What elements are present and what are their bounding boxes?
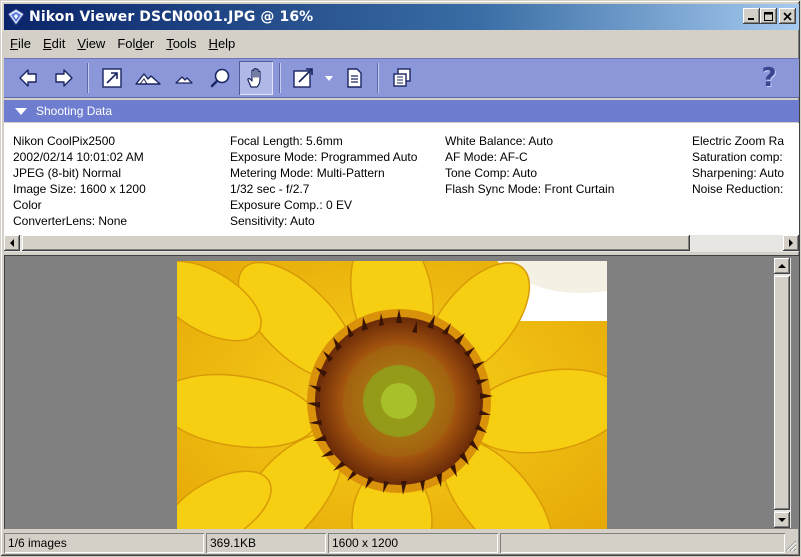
- maximize-button[interactable]: [760, 8, 777, 24]
- metering-mode: Metering Mode: Multi-Pattern: [230, 166, 385, 180]
- converter-lens: ConverterLens: None: [13, 214, 128, 228]
- nikon-viewer-app-icon: [7, 8, 25, 26]
- status-file-size: 369.1KB: [206, 533, 326, 553]
- next-image-button[interactable]: [47, 61, 81, 95]
- close-icon: [783, 11, 792, 21]
- vertical-scroll-thumb[interactable]: [774, 276, 790, 510]
- toolbar: ?: [4, 58, 799, 98]
- copy-button[interactable]: [385, 61, 419, 95]
- scroll-down-button[interactable]: [774, 512, 790, 528]
- status-dimensions: 1600 x 1200: [328, 533, 498, 553]
- menu-tools[interactable]: Tools: [160, 36, 202, 51]
- tone-comp: Tone Comp: Auto: [445, 166, 538, 180]
- hand-icon: [247, 68, 261, 88]
- menu-folder[interactable]: Folder: [111, 36, 160, 51]
- fit-to-window-icon: [102, 68, 122, 88]
- help-icon: ?: [761, 63, 777, 93]
- status-extra: [500, 533, 785, 553]
- hand-tool-button[interactable]: [239, 61, 273, 95]
- magnifier-icon: [210, 68, 230, 88]
- toolbar-separator: [377, 63, 379, 93]
- flash-sync-mode: Flash Sync Mode: Front Curtain: [445, 182, 615, 196]
- collapse-triangle-icon: [15, 107, 27, 115]
- menu-edit[interactable]: Edit: [37, 36, 71, 51]
- forward-arrow-icon: [55, 69, 73, 87]
- color-mode: Color: [13, 198, 42, 212]
- scroll-left-button[interactable]: [4, 235, 20, 251]
- minimize-icon: [748, 17, 754, 20]
- menu-file[interactable]: File: [4, 36, 37, 51]
- title-bar[interactable]: Nikon Viewer DSCN0001.JPG @ 16%: [4, 4, 799, 30]
- app-window: Nikon Viewer DSCN0001.JPG @ 16% File Edi…: [0, 0, 801, 557]
- noise-reduction: Noise Reduction:: [692, 182, 784, 196]
- caption-buttons: [743, 8, 796, 24]
- shooting-data-title: Shooting Data: [36, 104, 113, 118]
- zoom-in-mountain-icon: [135, 73, 161, 85]
- menu-bar: File Edit View Folder Tools Help: [4, 32, 241, 54]
- left-arrow-icon: [10, 239, 14, 247]
- sensitivity: Sensitivity: Auto: [230, 214, 315, 228]
- image-viewport[interactable]: [4, 255, 799, 529]
- scroll-up-button[interactable]: [774, 258, 790, 274]
- zoom-out-mountain-icon: [175, 76, 193, 84]
- status-image-count: 1/6 images: [4, 533, 204, 553]
- shooting-data-panel: Nikon CoolPix2500 2002/02/14 10:01:02 AM…: [4, 123, 799, 235]
- shooting-data-column-1: Nikon CoolPix2500 2002/02/14 10:01:02 AM…: [13, 133, 146, 229]
- export-button[interactable]: [287, 61, 321, 95]
- vertical-scrollbar[interactable]: [774, 258, 791, 528]
- print-icon: [347, 68, 362, 88]
- zoom-out-button[interactable]: [167, 61, 201, 95]
- status-bar: 1/6 images 369.1KB 1600 x 1200: [4, 532, 799, 554]
- shutter-aperture: 1/32 sec - f/2.7: [230, 182, 310, 196]
- menu-help[interactable]: Help: [203, 36, 242, 51]
- resize-grip-icon[interactable]: [785, 540, 797, 552]
- print-button[interactable]: [337, 61, 371, 95]
- image-size: Image Size: 1600 x 1200: [13, 182, 146, 196]
- file-format: JPEG (8-bit) Normal: [13, 166, 122, 180]
- down-arrow-icon: [778, 518, 786, 522]
- shooting-data-header[interactable]: Shooting Data: [4, 100, 799, 122]
- window-title: Nikon Viewer DSCN0001.JPG @ 16%: [29, 9, 314, 25]
- close-button[interactable]: [779, 8, 796, 24]
- white-balance: White Balance: Auto: [445, 134, 554, 148]
- scroll-right-button[interactable]: [783, 235, 799, 251]
- toolbar-separator: [279, 63, 281, 93]
- zoom-in-button[interactable]: [131, 61, 165, 95]
- help-button[interactable]: ?: [752, 61, 786, 95]
- sunflower-image: [177, 261, 607, 529]
- camera-model: Nikon CoolPix2500: [13, 134, 116, 148]
- magnifier-button[interactable]: [203, 61, 237, 95]
- export-dropdown[interactable]: [322, 75, 336, 81]
- dropdown-arrow-icon: [325, 75, 333, 81]
- fit-to-window-button[interactable]: [95, 61, 129, 95]
- back-arrow-icon: [19, 69, 37, 87]
- shooting-data-column-3: White Balance: Auto AF Mode: AF-C Tone C…: [445, 133, 614, 197]
- toolbar-separator: [87, 63, 89, 93]
- sunflower-photo: [177, 261, 607, 529]
- menu-view[interactable]: View: [71, 36, 111, 51]
- exposure-compensation: Exposure Comp.: 0 EV: [230, 198, 353, 212]
- sharpening: Sharpening: Auto: [692, 166, 785, 180]
- right-arrow-icon: [789, 239, 793, 247]
- electric-zoom-ratio: Electric Zoom Ra: [692, 134, 785, 148]
- shooting-data-column-4: Electric Zoom Ra Saturation comp: Sharpe…: [692, 133, 784, 197]
- horizontal-scrollbar[interactable]: [4, 235, 799, 252]
- maximize-icon: [764, 11, 773, 21]
- minimize-button[interactable]: [743, 8, 760, 24]
- copy-windows-icon: [393, 68, 411, 87]
- af-mode: AF Mode: AF-C: [445, 150, 528, 164]
- shooting-data-column-2: Focal Length: 5.6mm Exposure Mode: Progr…: [230, 133, 417, 229]
- exposure-mode: Exposure Mode: Programmed Auto: [230, 150, 418, 164]
- up-arrow-icon: [778, 264, 786, 268]
- focal-length: Focal Length: 5.6mm: [230, 134, 343, 148]
- saturation-comp: Saturation comp:: [692, 150, 783, 164]
- capture-datetime: 2002/02/14 10:01:02 AM: [13, 150, 144, 164]
- previous-image-button[interactable]: [11, 61, 45, 95]
- export-icon: [293, 68, 313, 88]
- horizontal-scroll-thumb[interactable]: [22, 235, 690, 251]
